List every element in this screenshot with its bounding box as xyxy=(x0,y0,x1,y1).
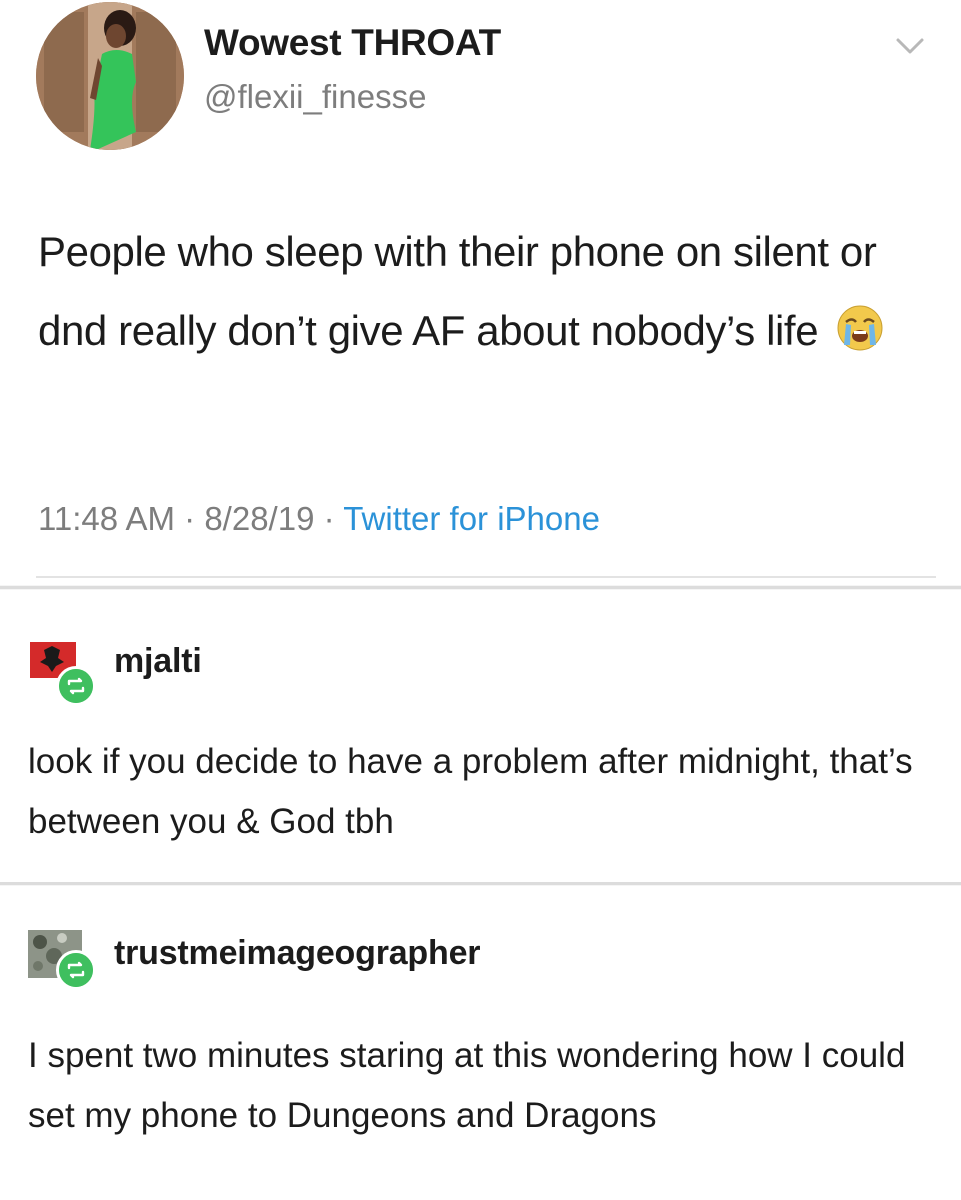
user-handle[interactable]: @flexii_finesse xyxy=(204,78,426,116)
tweet-date[interactable]: 8/28/19 xyxy=(204,500,314,537)
tweet-time[interactable]: 11:48 AM xyxy=(38,500,175,537)
chevron-down-icon[interactable] xyxy=(894,34,926,58)
reblog-post: trustmeimageographer I spent two minutes… xyxy=(0,886,961,1200)
tweet-meta: 11:48 AM · 8/28/19 · Twitter for iPhone xyxy=(38,500,600,538)
tweet-card: Wowest THROAT @flexii_finesse People who… xyxy=(0,0,961,585)
tweet-divider xyxy=(36,576,936,578)
profile-avatar[interactable] xyxy=(36,2,184,150)
meta-separator: · xyxy=(184,500,196,537)
meta-separator: · xyxy=(323,500,335,537)
post-username[interactable]: mjalti xyxy=(114,642,202,681)
reblog-icon xyxy=(56,666,96,706)
reblog-post: mjalti look if you decide to have a prob… xyxy=(0,590,961,882)
post-divider xyxy=(0,586,961,589)
post-text: look if you decide to have a problem aft… xyxy=(28,742,913,841)
profile-photo xyxy=(36,2,184,150)
loudly-crying-face-emoji-icon xyxy=(837,305,883,351)
reblog-icon xyxy=(56,950,96,990)
tweet-source-link[interactable]: Twitter for iPhone xyxy=(343,500,600,537)
display-name[interactable]: Wowest THROAT xyxy=(204,22,501,64)
post-username[interactable]: trustmeimageographer xyxy=(114,934,481,973)
post-text: I spent two minutes staring at this wond… xyxy=(28,1036,906,1135)
post-divider xyxy=(0,882,961,885)
tweet-body: People who sleep with their phone on sil… xyxy=(38,228,877,354)
tweet-text: People who sleep with their phone on sil… xyxy=(38,212,918,370)
